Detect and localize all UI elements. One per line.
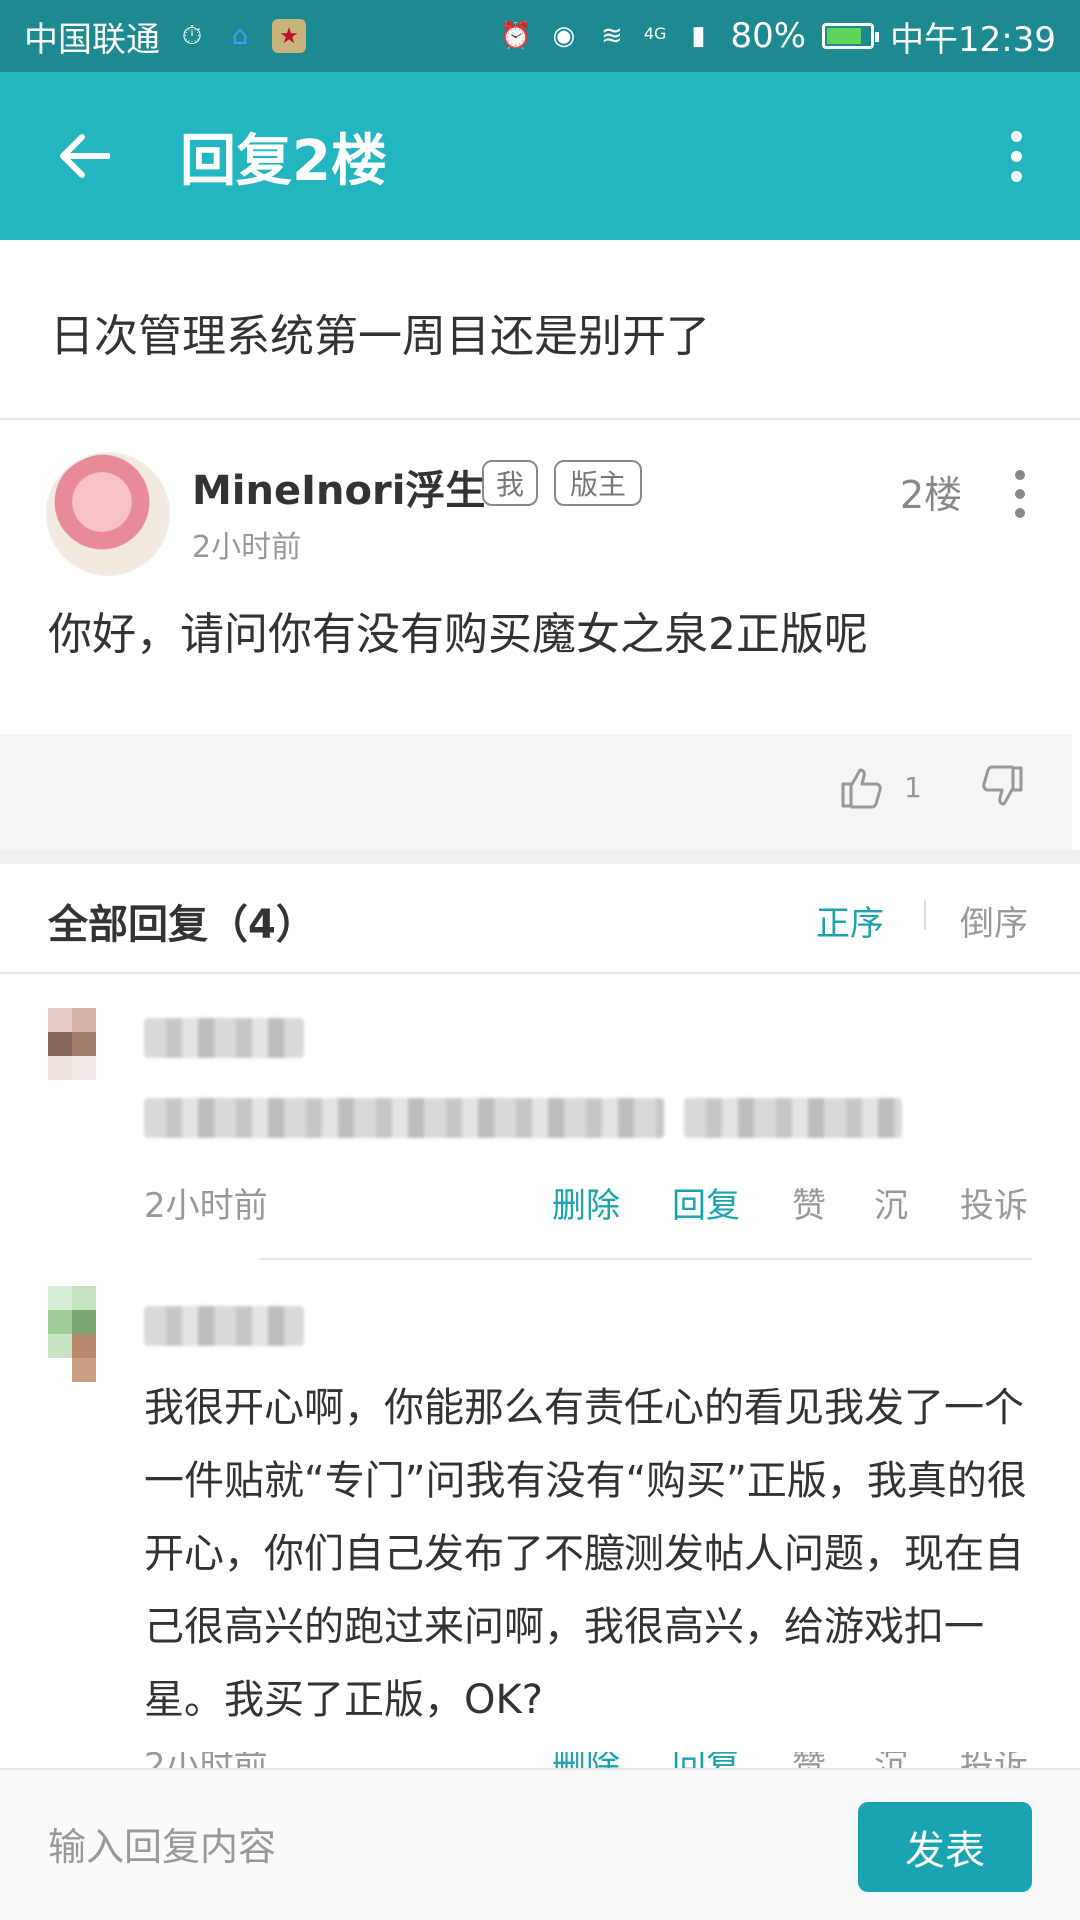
back-arrow-icon[interactable] [24, 72, 144, 240]
thumbs-up-icon [841, 768, 882, 809]
battery-percent: 80% [730, 16, 807, 56]
sort-separator [924, 900, 926, 930]
section-gap [0, 850, 1080, 864]
me-badge: 我 [482, 460, 538, 506]
floor-number: 2楼 [900, 473, 963, 517]
star-app-icon: ★ [272, 19, 306, 53]
reply-input[interactable]: 输入回复内容 [48, 1816, 276, 1871]
page-title: 回复2楼 [180, 128, 387, 194]
app-notification-icon: ⌂ [231, 21, 249, 51]
wifi-icon: ≋ [600, 21, 623, 51]
reply-report-button[interactable]: 投诉 [960, 1178, 1028, 1227]
network-type: 4G [643, 23, 667, 43]
post-body: 你好，请问你有没有购买魔女之泉2正版呢 [48, 609, 868, 660]
send-button[interactable]: 发表 [858, 1802, 1032, 1892]
reply-avatar[interactable] [36, 1286, 108, 1382]
reply-username-blurred [144, 1306, 304, 1346]
thread-title: 日次管理系统第一周目还是别开了 [50, 311, 710, 362]
reply-sink-button[interactable]: 沉 [874, 1178, 908, 1227]
moderator-badge: 版主 [554, 460, 642, 506]
like-button[interactable]: 1 [838, 764, 922, 810]
reply-reply-button[interactable]: 回复 [672, 1178, 740, 1227]
reply-content-blurred [144, 1098, 664, 1138]
avatar[interactable] [46, 452, 170, 576]
post-time: 2小时前 [192, 530, 302, 565]
reply-delete-button[interactable]: 删除 [552, 1178, 620, 1227]
timer-icon: ⏱ [181, 20, 203, 51]
reply-like-button[interactable]: 赞 [792, 1178, 826, 1227]
eye-icon: ◉ [552, 21, 576, 51]
reply-avatar[interactable] [36, 1008, 108, 1080]
app-bar: 回复2楼 [0, 72, 1080, 240]
post-more-icon[interactable] [1010, 470, 1030, 518]
sort-descending-tab[interactable]: 倒序 [960, 896, 1028, 945]
replies-header: 全部回复（4） 正序 倒序 [0, 864, 1080, 974]
alarm-clock-icon: ⏰ [499, 21, 533, 51]
clock: 中午12:39 [890, 19, 1056, 60]
reply-body: 我很开心啊，你能那么有责任心的看见我发了一个一件贴就“专门”问我有没有“购买”正… [144, 1385, 1027, 1723]
divider [0, 418, 1080, 420]
divider [0, 972, 1080, 974]
replies-title: 全部回复（4） [48, 902, 316, 948]
more-vertical-icon[interactable] [976, 72, 1056, 240]
author-name[interactable]: MineInori浮生 [192, 458, 485, 516]
carrier-label: 中国联通 [24, 19, 160, 60]
battery-icon [822, 23, 880, 49]
like-count: 1 [904, 770, 922, 804]
signal-icon: ▮ [691, 21, 706, 51]
reply-username-blurred [144, 1018, 304, 1058]
dislike-button[interactable] [980, 764, 1026, 814]
sort-ascending-tab[interactable]: 正序 [816, 896, 884, 945]
reply-divider [260, 1258, 1032, 1260]
status-bar: 中国联通 ⏱ ⌂ ★ ⏰ ◉ ≋ 4G ▮ 80% 中午12:39 [0, 0, 1080, 72]
reply-composer: 输入回复内容 发表 [0, 1768, 1080, 1920]
reply-time: 2小时前 [144, 1186, 268, 1226]
thumbs-down-icon [982, 765, 1023, 806]
reply-content-blurred [684, 1098, 902, 1138]
